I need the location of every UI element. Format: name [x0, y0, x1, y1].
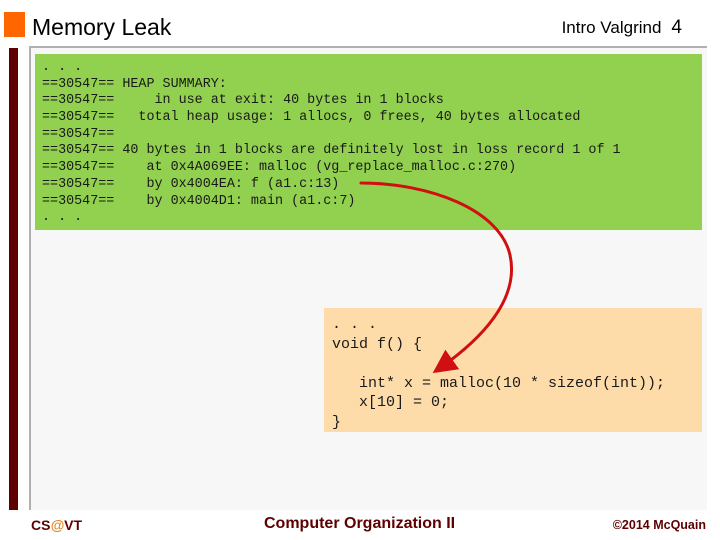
slide-header-info: Intro Valgrind 4	[562, 17, 682, 39]
left-accent-bar	[9, 48, 18, 510]
source-code: . . . void f() { int* x = malloc(10 * siz…	[332, 315, 665, 432]
valgrind-output: . . . ==30547== HEAP SUMMARY: ==30547== in…	[42, 60, 621, 227]
code-line: int* x = malloc(10 * sizeof(int));	[332, 374, 666, 392]
output-line: ==30547== HEAP SUMMARY:	[42, 76, 227, 92]
output-line: . . .	[42, 210, 83, 226]
footer-org-at: @	[50, 517, 65, 533]
code-line: void f() {	[332, 335, 423, 353]
footer-org-suffix: VT	[64, 517, 82, 533]
footer-course: Computer Organization II	[264, 515, 456, 532]
valgrind-output-box: . . . ==30547== HEAP SUMMARY: ==30547== in…	[35, 54, 702, 230]
frame-top-divider	[29, 46, 707, 48]
source-code-box: . . . void f() { int* x = malloc(10 * siz…	[324, 308, 702, 432]
page-number: 4	[671, 17, 682, 38]
title-accent-square	[4, 12, 25, 37]
output-line: ==30547== total heap usage: 1 allocs, 0 …	[42, 110, 581, 126]
code-line: x[10] = 0;	[332, 394, 450, 411]
output-line: ==30547==	[42, 126, 115, 142]
footer-copyright: ©2014 McQuain	[612, 518, 706, 532]
footer-org-prefix: CS	[31, 517, 51, 533]
output-line: ==30547== 40 bytes in 1 blocks are defin…	[42, 143, 621, 159]
output-line: ==30547== by 0x4004D1: main (a1.c:7)	[42, 193, 356, 209]
slide-title: Memory Leak	[32, 14, 172, 40]
code-line: }	[332, 413, 342, 431]
footer-org: CS@VT	[31, 517, 82, 533]
frame-left-divider	[29, 46, 31, 510]
section-name: Intro Valgrind	[561, 18, 662, 37]
output-line: ==30547== in use at exit: 40 bytes in 1 …	[42, 93, 444, 109]
output-line: ==30547== by 0x4004EA: f (a1.c:13)	[42, 176, 340, 192]
code-line: . . .	[332, 316, 378, 333]
output-line: . . .	[42, 60, 83, 75]
output-line: ==30547== at 0x4A069EE: malloc (vg_repla…	[42, 160, 517, 176]
